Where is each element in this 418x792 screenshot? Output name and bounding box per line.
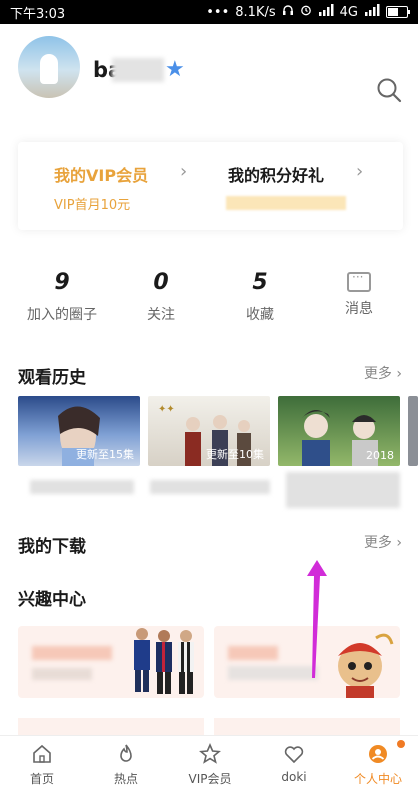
vip-promo-text[interactable]: VIP首月10元 xyxy=(54,194,130,213)
tab-label: 热点 xyxy=(113,772,138,786)
status-time: 下午3:03 xyxy=(10,6,66,22)
stat-following[interactable]: 0 关注 xyxy=(111,268,211,324)
stat-messages[interactable]: 消息 xyxy=(309,268,409,318)
caption-blurred xyxy=(150,480,270,494)
tab-label: VIP会员 xyxy=(188,772,232,786)
vip-star-icon: ★ xyxy=(165,57,185,82)
interest-text-blurred xyxy=(32,646,112,660)
monkey-king-image xyxy=(338,633,394,698)
network-type: 4G xyxy=(339,4,358,20)
more-label: 更多 xyxy=(363,535,392,551)
annotation-arrow xyxy=(307,560,327,678)
points-subtitle-blurred xyxy=(226,196,346,210)
downloads-title: 我的下载 xyxy=(18,537,86,557)
profile-icon xyxy=(338,742,418,766)
football-players-image xyxy=(134,628,194,694)
signal-icon-2 xyxy=(364,4,380,20)
network-speed: 8.1K/s xyxy=(235,4,276,20)
caption-blurred xyxy=(286,472,400,508)
tab-label: doki xyxy=(281,770,307,784)
points-gifts-link[interactable]: 我的积分好礼 xyxy=(228,162,324,186)
stats-row: 9 加入的圈子 0 关注 5 收藏 消息 xyxy=(0,268,418,328)
downloads-more-link[interactable]: 更多 › xyxy=(364,532,402,552)
stat-favorites[interactable]: 5 收藏 xyxy=(210,268,310,324)
episode-label: 2018 xyxy=(366,449,394,462)
stat-label: 消息 xyxy=(345,301,373,317)
headphone-icon xyxy=(282,4,294,20)
home-icon xyxy=(2,742,82,766)
tab-hot[interactable]: 热点 xyxy=(86,742,166,787)
history-thumb[interactable]: 2018 xyxy=(278,396,400,466)
history-more-link[interactable]: 更多 › xyxy=(364,363,402,383)
tab-profile[interactable]: 个人中心 xyxy=(338,742,418,787)
interest-title: 兴趣中心 xyxy=(18,590,86,610)
interest-card[interactable] xyxy=(18,626,204,698)
status-bar: 下午3:03 ••• 8.1K/s 4G xyxy=(0,0,418,24)
interest-text-blurred xyxy=(32,668,92,680)
stat-value: 0 xyxy=(153,270,169,295)
tab-label: 首页 xyxy=(29,772,54,786)
stat-label: 收藏 xyxy=(246,307,274,323)
tab-home[interactable]: 首页 xyxy=(2,742,82,787)
tab-label: 个人中心 xyxy=(353,772,402,786)
interest-text-blurred xyxy=(228,666,318,680)
bottom-tab-bar: 首页 热点 VIP会员 doki 个人中心 xyxy=(0,735,418,792)
battery-icon xyxy=(386,6,410,18)
status-right: ••• 8.1K/s 4G xyxy=(206,4,410,20)
stat-circles[interactable]: 9 加入的圈子 xyxy=(12,268,112,324)
chevron-right-icon: › xyxy=(356,161,364,182)
flame-icon xyxy=(86,742,166,766)
alarm-icon xyxy=(300,4,312,20)
message-icon xyxy=(347,270,371,292)
stat-value: 5 xyxy=(252,270,268,295)
history-thumb-partial[interactable] xyxy=(408,396,418,466)
stat-label: 关注 xyxy=(147,307,175,323)
caption-blurred xyxy=(30,480,134,494)
more-label: 更多 xyxy=(363,366,392,382)
chevron-right-icon: › xyxy=(180,161,188,182)
history-thumb[interactable]: 更新至15集 xyxy=(18,396,140,466)
interest-text-blurred xyxy=(228,646,278,660)
tab-vip[interactable]: VIP会员 xyxy=(170,742,250,787)
avatar[interactable] xyxy=(18,36,80,98)
history-title: 观看历史 xyxy=(18,368,86,388)
status-dots: ••• xyxy=(206,4,230,20)
tab-doki[interactable]: doki xyxy=(254,742,334,784)
episode-label: 更新至15集 xyxy=(76,448,134,461)
episode-label: 更新至10集 xyxy=(206,448,264,461)
heart-icon xyxy=(254,742,334,766)
stat-label: 加入的圈子 xyxy=(27,307,97,323)
history-thumb[interactable]: ✦✦ 更新至10集 xyxy=(148,396,270,466)
search-icon[interactable] xyxy=(376,77,402,103)
username-blurred xyxy=(112,58,164,82)
crown-star-icon xyxy=(170,742,250,766)
notification-dot xyxy=(397,740,405,748)
vip-card: 我的VIP会员 › VIP首月10元 我的积分好礼 › xyxy=(18,142,403,230)
interest-card-partial[interactable] xyxy=(18,718,204,735)
interest-card-partial[interactable] xyxy=(214,718,400,735)
signal-icon xyxy=(318,4,334,20)
svg-text:✦✦: ✦✦ xyxy=(158,404,175,415)
vip-membership-link[interactable]: 我的VIP会员 xyxy=(54,162,148,186)
stat-value: 9 xyxy=(54,270,70,295)
